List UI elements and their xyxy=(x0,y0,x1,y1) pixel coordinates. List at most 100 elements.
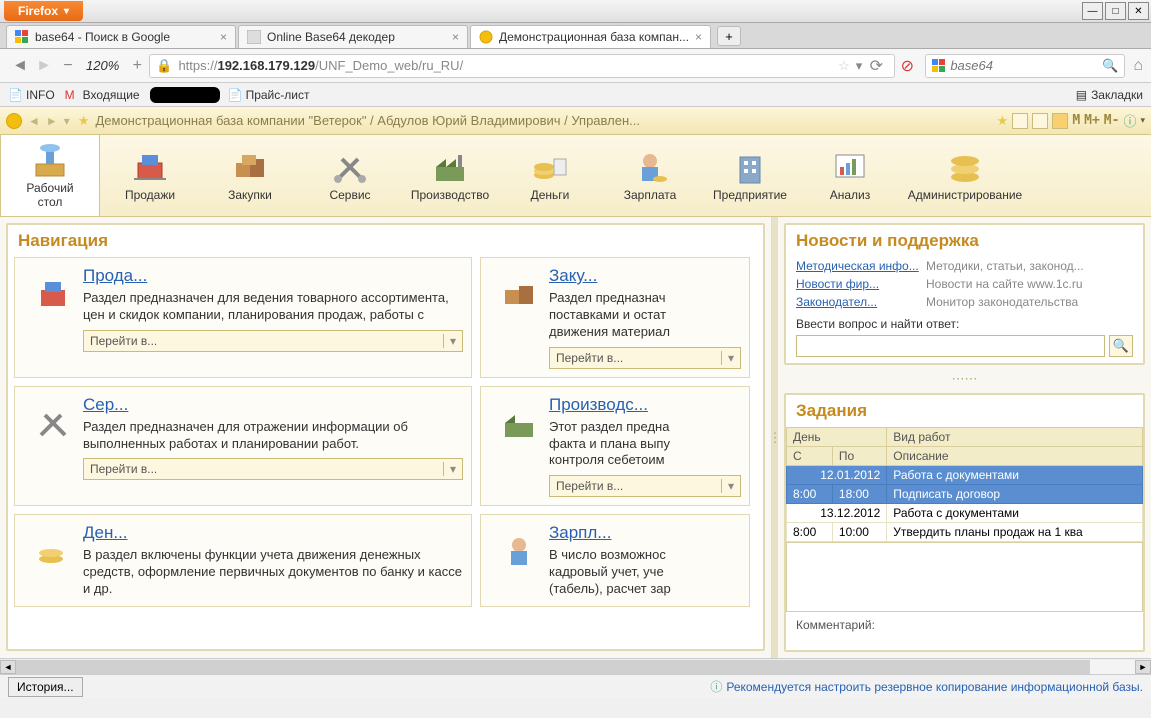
search-go-icon[interactable]: 🔍 xyxy=(1102,58,1118,74)
scroll-right-icon[interactable]: ► xyxy=(1135,660,1151,674)
card-link[interactable]: Зарпл... xyxy=(549,523,741,543)
news-link[interactable]: Методическая инфо... xyxy=(796,259,926,273)
noscript-icon[interactable]: ⊘ xyxy=(897,56,917,76)
news-search: Ввести вопрос и найти ответ: 🔍 xyxy=(786,311,1143,363)
search-input[interactable] xyxy=(950,58,1102,73)
section-sales[interactable]: Продажи xyxy=(100,135,200,216)
firefox-menu-button[interactable]: Firefox xyxy=(4,1,83,21)
back-button[interactable]: ◄ xyxy=(10,56,30,76)
nav-back-icon[interactable]: ◄ xyxy=(26,114,42,128)
scroll-thumb[interactable] xyxy=(16,660,1090,674)
goto-dropdown[interactable]: Перейти в...▾ xyxy=(83,458,463,480)
card-link[interactable]: Производс... xyxy=(549,395,741,415)
info-dd-icon[interactable]: ▾ xyxy=(1140,115,1145,126)
info-icon[interactable]: ⓘ xyxy=(1123,111,1136,130)
nav-fwd-icon[interactable]: ► xyxy=(44,114,60,128)
zoom-level: 120% xyxy=(86,58,119,73)
card-link[interactable]: Заку... xyxy=(549,266,741,286)
tab-close-icon[interactable]: × xyxy=(689,30,702,44)
bookmarks-label[interactable]: Закладки xyxy=(1091,88,1143,102)
bookmark-inbox[interactable]: MВходящие xyxy=(65,88,140,102)
section-label: Продажи xyxy=(125,189,175,202)
size-mplus[interactable]: M+ xyxy=(1084,113,1100,128)
section-service[interactable]: Сервис xyxy=(300,135,400,216)
card-link[interactable]: Прода... xyxy=(83,266,463,286)
zoom-in-button[interactable]: + xyxy=(127,56,147,76)
tool-icon-1[interactable] xyxy=(1012,113,1028,129)
home-button[interactable]: ⌂ xyxy=(1133,57,1143,75)
history-button[interactable]: История... xyxy=(8,677,83,697)
card-desc: В число возможнос кадровый учет, уче (та… xyxy=(549,547,741,598)
section-money[interactable]: Деньги xyxy=(500,135,600,216)
goto-dropdown[interactable]: Перейти в...▾ xyxy=(83,330,463,352)
navigation-panel: Навигация Прода... Раздел предназначен д… xyxy=(6,223,765,651)
onec-nav: ◄ ► ▾ xyxy=(26,114,72,128)
card-link[interactable]: Ден... xyxy=(83,523,463,543)
news-desc: Монитор законодательства xyxy=(926,295,1078,309)
col-day[interactable]: День xyxy=(787,428,887,447)
horizontal-scrollbar[interactable]: ◄ ► xyxy=(0,658,1151,674)
section-label: Закупки xyxy=(228,189,272,202)
news-link[interactable]: Новости фир... xyxy=(796,277,926,291)
tab-decoder[interactable]: Online Base64 декодер × xyxy=(238,25,468,48)
production-icon xyxy=(428,149,472,189)
search-box[interactable]: 🔍 xyxy=(925,54,1125,78)
fav-icon[interactable]: ★ xyxy=(997,113,1009,129)
status-message[interactable]: Рекомендуется настроить резервное копиро… xyxy=(710,678,1143,695)
new-tab-button[interactable]: + xyxy=(717,26,741,46)
tab-demo[interactable]: Демонстрационная база компан... × xyxy=(470,25,711,48)
scroll-track[interactable] xyxy=(16,660,1135,674)
url-input[interactable]: 🔒 https:// 192.168.179.129 /UNF_Demo_web… xyxy=(149,54,895,78)
table-row[interactable]: 13.12.2012 Работа с документами xyxy=(787,504,1143,523)
forward-button[interactable]: ► xyxy=(34,56,54,76)
scroll-left-icon[interactable]: ◄ xyxy=(0,660,16,674)
maximize-button[interactable]: □ xyxy=(1105,2,1126,20)
gmail-icon: M xyxy=(65,88,79,102)
size-m[interactable]: M xyxy=(1072,113,1080,128)
news-row: Методическая инфо...Методики, статьи, за… xyxy=(786,257,1143,275)
col-to[interactable]: По xyxy=(832,447,886,466)
url-dropdown-icon[interactable]: ▾ xyxy=(856,58,863,74)
section-purchases[interactable]: Закупки xyxy=(200,135,300,216)
section-label: Рабочий стол xyxy=(26,182,73,208)
favorite-star-icon[interactable]: ★ xyxy=(78,113,90,129)
tab-close-icon[interactable]: × xyxy=(446,30,459,44)
close-button[interactable]: ✕ xyxy=(1128,2,1149,20)
bookmark-star-icon[interactable]: ☆ xyxy=(838,58,850,74)
section-production[interactable]: Производство xyxy=(400,135,500,216)
table-row[interactable]: 8:00 10:00 Утвердить планы продаж на 1 к… xyxy=(787,523,1143,542)
tool-icon-2[interactable] xyxy=(1032,113,1048,129)
section-admin[interactable]: Администрирование xyxy=(900,135,1030,216)
col-type[interactable]: Вид работ xyxy=(887,428,1143,447)
nav-dd-icon[interactable]: ▾ xyxy=(62,114,72,128)
col-from[interactable]: С xyxy=(787,447,833,466)
tasks-title: Задания xyxy=(786,395,1143,427)
goto-dropdown[interactable]: Перейти в...▾ xyxy=(549,347,741,369)
news-link[interactable]: Законодател... xyxy=(796,295,926,309)
tab-google[interactable]: base64 - Поиск в Google × xyxy=(6,25,236,48)
bookmark-info[interactable]: 📄INFO xyxy=(8,88,55,102)
size-mminus[interactable]: M- xyxy=(1104,113,1120,128)
news-search-input[interactable] xyxy=(796,335,1105,357)
reload-button[interactable]: ⟳ xyxy=(866,56,886,76)
bookmarks-menu-icon[interactable]: ▤ xyxy=(1076,88,1087,102)
section-analysis[interactable]: Анализ xyxy=(800,135,900,216)
tasks-panel: Задания День Вид работ С По Описание 12.… xyxy=(784,393,1145,652)
table-row[interactable]: 8:00 18:00 Подписать договор xyxy=(787,485,1143,504)
section-label: Предприятие xyxy=(713,189,787,202)
card-link[interactable]: Сер... xyxy=(83,395,463,415)
news-search-button[interactable]: 🔍 xyxy=(1109,335,1133,357)
tab-close-icon[interactable]: × xyxy=(214,30,227,44)
section-desktop[interactable]: Рабочий стол xyxy=(0,135,100,216)
section-company[interactable]: Предприятие xyxy=(700,135,800,216)
zoom-out-button[interactable]: − xyxy=(58,56,78,76)
minimize-button[interactable]: — xyxy=(1082,2,1103,20)
section-salary[interactable]: Зарплата xyxy=(600,135,700,216)
purchases-icon xyxy=(228,149,272,189)
col-desc[interactable]: Описание xyxy=(887,447,1143,466)
panel-splitter[interactable]: ⋯⋯ xyxy=(778,371,1151,387)
table-row[interactable]: 12.01.2012 Работа с документами xyxy=(787,466,1143,485)
bookmark-price[interactable]: 📄Прайс-лист xyxy=(228,88,310,102)
calendar-icon[interactable] xyxy=(1052,113,1068,129)
goto-dropdown[interactable]: Перейти в...▾ xyxy=(549,475,741,497)
